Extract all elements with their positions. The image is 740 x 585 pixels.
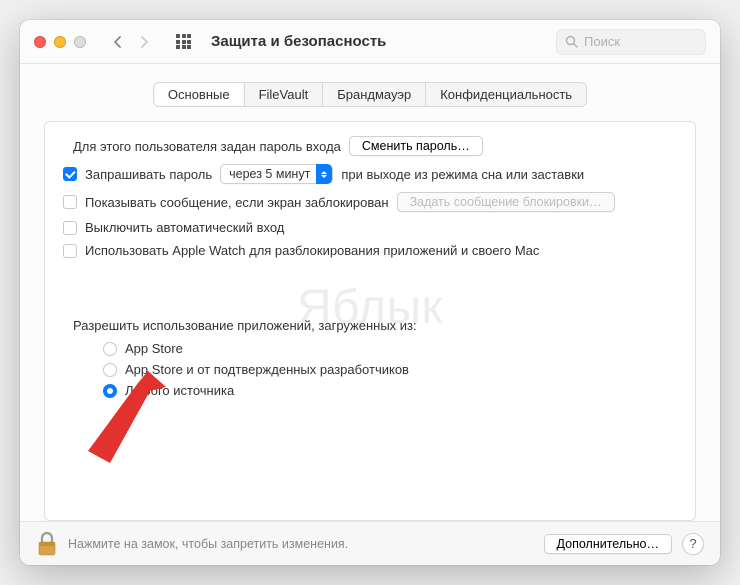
tabbar-container: Основные FileVault Брандмауэр Конфиденци… <box>44 82 696 107</box>
set-lock-message-button: Задать сообщение блокировки… <box>397 192 615 212</box>
require-password-delay-value: через 5 минут <box>229 167 310 181</box>
settings-panel: Для этого пользователя задан пароль вход… <box>44 121 696 521</box>
lock-icon[interactable] <box>36 531 58 557</box>
window-title: Защита и безопасность <box>211 33 546 50</box>
show-message-row: Показывать сообщение, если экран заблоки… <box>63 192 677 212</box>
tab-privacy[interactable]: Конфиденциальность <box>426 83 586 106</box>
advanced-button[interactable]: Дополнительно… <box>544 534 672 554</box>
radio-identified-developers[interactable] <box>103 363 117 377</box>
content-area: Основные FileVault Брандмауэр Конфиденци… <box>20 64 720 521</box>
show-message-label: Показывать сообщение, если экран заблоки… <box>85 195 389 210</box>
allow-apps-radio-group: App Store App Store и от подтвержденных … <box>103 341 677 398</box>
require-password-row: Запрашивать пароль через 5 минут при вых… <box>63 164 677 184</box>
search-icon <box>565 35 578 48</box>
close-window-button[interactable] <box>34 36 46 48</box>
back-button[interactable] <box>106 31 130 53</box>
tab-firewall[interactable]: Брандмауэр <box>323 83 426 106</box>
titlebar: Защита и безопасность <box>20 20 720 64</box>
disable-autologin-checkbox[interactable] <box>63 221 77 235</box>
zoom-window-button <box>74 36 86 48</box>
help-button[interactable]: ? <box>682 533 704 555</box>
radio-appstore-label: App Store <box>125 341 183 356</box>
search-field[interactable] <box>556 29 706 55</box>
allow-apps-label-row: Разрешить использование приложений, загр… <box>73 318 677 333</box>
tabbar: Основные FileVault Брандмауэр Конфиденци… <box>153 82 587 107</box>
tab-general[interactable]: Основные <box>154 83 245 106</box>
show-message-checkbox[interactable] <box>63 195 77 209</box>
forward-button <box>132 31 156 53</box>
change-password-button[interactable]: Сменить пароль… <box>349 136 483 156</box>
require-password-checkbox[interactable] <box>63 167 77 181</box>
disable-autologin-label: Выключить автоматический вход <box>85 220 284 235</box>
minimize-window-button[interactable] <box>54 36 66 48</box>
tab-filevault[interactable]: FileVault <box>245 83 324 106</box>
require-password-suffix: при выходе из режима сна или заставки <box>341 167 584 182</box>
radio-identified-label: App Store и от подтвержденных разработчи… <box>125 362 409 377</box>
search-input[interactable] <box>584 34 697 49</box>
login-password-label: Для этого пользователя задан пароль вход… <box>73 139 341 154</box>
radio-row-anywhere: Любого источника <box>103 383 677 398</box>
lock-hint-text: Нажмите на замок, чтобы запретить измене… <box>68 537 348 551</box>
radio-row-appstore: App Store <box>103 341 677 356</box>
footer: Нажмите на замок, чтобы запретить измене… <box>20 521 720 565</box>
radio-appstore[interactable] <box>103 342 117 356</box>
chevron-left-icon <box>113 35 123 49</box>
window-controls <box>34 36 86 48</box>
nav-buttons <box>106 31 156 53</box>
stepper-icon <box>316 164 332 184</box>
preferences-window: Защита и безопасность Основные FileVault… <box>20 20 720 565</box>
show-all-button[interactable] <box>176 34 191 49</box>
apple-watch-checkbox[interactable] <box>63 244 77 258</box>
require-password-delay-select[interactable]: через 5 минут <box>220 164 333 184</box>
disable-autologin-row: Выключить автоматический вход <box>63 220 677 235</box>
login-password-row: Для этого пользователя задан пароль вход… <box>73 136 677 156</box>
require-password-label: Запрашивать пароль <box>85 167 212 182</box>
chevron-right-icon <box>139 35 149 49</box>
radio-row-identified: App Store и от подтвержденных разработчи… <box>103 362 677 377</box>
radio-anywhere-label: Любого источника <box>125 383 234 398</box>
radio-anywhere[interactable] <box>103 384 117 398</box>
allow-apps-label: Разрешить использование приложений, загр… <box>73 318 417 333</box>
apple-watch-row: Использовать Apple Watch для разблокиров… <box>63 243 677 258</box>
apple-watch-label: Использовать Apple Watch для разблокиров… <box>85 243 539 258</box>
